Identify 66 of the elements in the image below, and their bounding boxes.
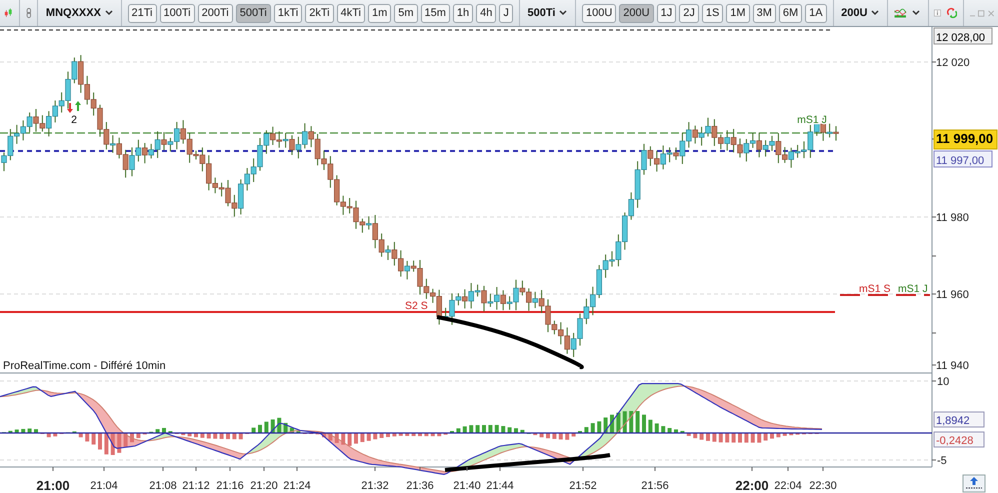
interval-button[interactable]: 5m [394, 4, 418, 22]
chevron-down-icon [559, 10, 568, 16]
interval-dropdown[interactable]: 500Ti [525, 7, 570, 19]
time-label: 21:32 [361, 480, 389, 492]
info-icon[interactable] [934, 7, 941, 19]
interval-button[interactable]: 200Ti [198, 4, 233, 22]
time-label: 22:30 [809, 480, 837, 492]
maximize-icon[interactable] [978, 8, 985, 18]
interval-button[interactable]: 500Ti [236, 4, 271, 22]
time-label: 21:52 [569, 480, 597, 492]
price-tag-label: 12 028,00 [936, 32, 985, 44]
chevron-down-icon [871, 10, 880, 16]
indicator-menu-button[interactable] [910, 10, 922, 16]
unit-button[interactable]: 100U [582, 4, 616, 22]
indicator-tick-label: -5 [937, 455, 947, 467]
interval-button[interactable]: 1h [452, 4, 474, 22]
interval-button[interactable]: 100Ti [160, 4, 195, 22]
symbol-dropdown[interactable]: MNQXXXX [44, 7, 115, 19]
interval-button[interactable]: 15m [420, 4, 450, 22]
time-label: 21:44 [486, 480, 514, 492]
time-label: 21:40 [453, 480, 481, 492]
interval-button[interactable]: J [499, 4, 513, 22]
time-label: 21:08 [149, 480, 177, 492]
units-dropdown[interactable]: 200U [839, 7, 882, 19]
level-label: S2 S [405, 300, 428, 312]
time-label: 21:24 [283, 480, 311, 492]
price-tag-label: 11 999,00 [936, 131, 994, 146]
unit-button[interactable]: 2J [679, 4, 699, 22]
interval-button[interactable]: 21Ti [128, 4, 156, 22]
indicator-value-tag: -0,2428 [934, 432, 984, 448]
upload-icon[interactable] [962, 474, 986, 492]
unit-button[interactable]: 6M [778, 4, 802, 22]
interval-button[interactable]: 1kTi [274, 4, 302, 22]
unit-button[interactable]: 1M [726, 4, 750, 22]
level-label: mS1 S [859, 283, 891, 295]
interval-button[interactable]: 4h [476, 4, 496, 22]
source-note: ProRealTime.com - Différé 10min [3, 360, 166, 372]
unit-button[interactable]: 200U [619, 4, 654, 22]
time-label: 21:16 [216, 480, 244, 492]
chevron-down-icon [912, 10, 920, 16]
time-label: 21:56 [641, 480, 669, 492]
trade-arrows-icon [67, 101, 81, 113]
indicator-tick-label: 10 [937, 376, 950, 388]
interval-button[interactable]: 1m [368, 4, 392, 22]
time-label: 21:12 [182, 480, 210, 492]
chevron-down-icon [104, 10, 113, 16]
time-label: 22:00 [735, 478, 769, 493]
indicator-value-tag: 1,8942 [934, 412, 984, 428]
price-tick-label: 11 960 [936, 289, 969, 301]
time-label: 21:20 [250, 480, 278, 492]
unit-button[interactable]: 3M [752, 4, 776, 22]
price-tick-label: 11 940 [936, 360, 969, 372]
price-tick-label: 12 020 [936, 57, 970, 69]
price-tag-label: 11 997,00 [936, 155, 984, 167]
time-label: 21:36 [406, 480, 434, 492]
time-label: 22:04 [774, 480, 802, 492]
unit-button[interactable]: 1A [805, 4, 827, 22]
level-label: mS1 J [898, 283, 928, 295]
price-tick-label: 11 980 [936, 212, 969, 224]
unit-button[interactable]: 1J [656, 4, 676, 22]
interval-button[interactable]: 4kTi [336, 4, 365, 22]
interval-button[interactable]: 2kTi [305, 4, 334, 22]
time-label: 21:04 [90, 480, 118, 492]
time-label: 21:00 [36, 478, 70, 493]
unit-button[interactable]: 1S [702, 4, 724, 22]
level-label: 2 [71, 114, 77, 126]
